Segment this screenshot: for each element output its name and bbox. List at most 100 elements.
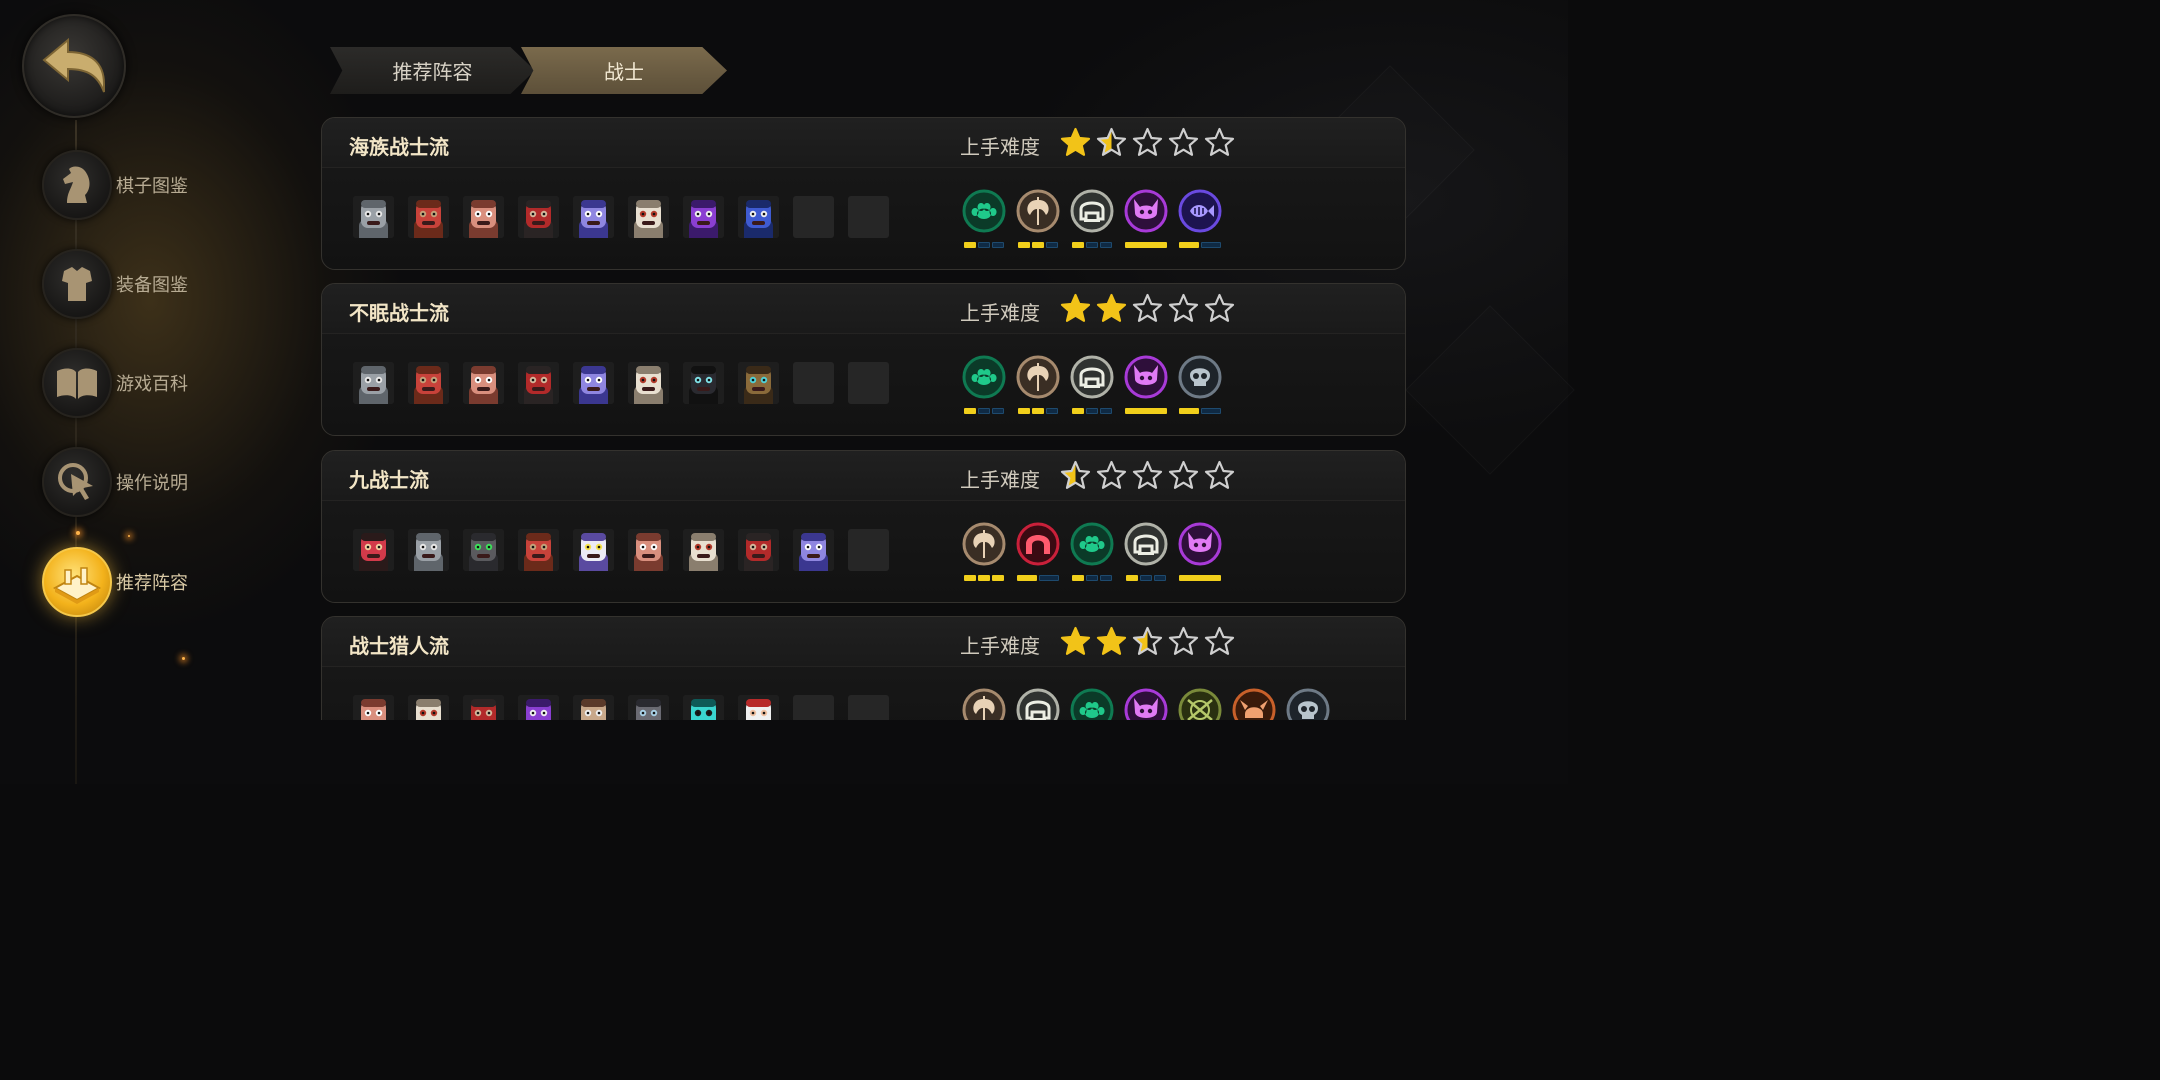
- trait-badge[interactable]: [962, 688, 1006, 720]
- pink-big-mouth-portrait[interactable]: [353, 695, 394, 720]
- cyan-robot-portrait[interactable]: [683, 695, 724, 720]
- crossbow-icon: [1178, 688, 1222, 720]
- white-pharaoh-portrait[interactable]: [573, 529, 614, 571]
- purple-tusk-brute-portrait[interactable]: [793, 529, 834, 571]
- grey-goggle-pilot-portrait[interactable]: [628, 695, 669, 720]
- trait-badge[interactable]: [1232, 688, 1276, 720]
- piece-row: [353, 362, 889, 404]
- trait-badge[interactable]: [1016, 688, 1060, 720]
- bronze-totem-portrait[interactable]: [738, 362, 779, 404]
- lineup-card[interactable]: 海族战士流 上手难度: [321, 117, 1406, 270]
- trait-progress: [1126, 575, 1166, 581]
- trait-badge[interactable]: [962, 189, 1006, 248]
- dark-hood-robot-portrait[interactable]: [683, 362, 724, 404]
- demon-icon: [1178, 522, 1222, 566]
- sidebar-item-label: 操作说明: [116, 473, 188, 494]
- lineup-card[interactable]: 九战士流 上手难度: [321, 450, 1406, 603]
- lineup-card[interactable]: 不眠战士流 上手难度: [321, 283, 1406, 436]
- trait-badge[interactable]: [1016, 522, 1060, 581]
- bone-skull-mask-portrait[interactable]: [683, 529, 724, 571]
- tab-recommended-lineups[interactable]: 推荐阵容: [330, 47, 535, 94]
- trait-progress: [1072, 575, 1112, 581]
- tab-label: 战士: [604, 60, 644, 84]
- masked-red-warrior-portrait[interactable]: [408, 362, 449, 404]
- fish-bone-icon: [1178, 189, 1222, 233]
- bone-skull-mask-portrait[interactable]: [408, 695, 449, 720]
- paw-icon: [1070, 522, 1114, 566]
- difficulty-rating: [1060, 127, 1235, 158]
- trait-progress: [964, 575, 1004, 581]
- trait-progress: [1179, 242, 1221, 248]
- bone-skull-mask-portrait[interactable]: [628, 196, 669, 238]
- green-eye-robot-portrait[interactable]: [463, 529, 504, 571]
- lineup-list[interactable]: 海族战士流 上手难度 不眠战士流 上手难度 九战士流 上手难度 战士猎人流 上手…: [321, 117, 1406, 720]
- sidebar-item-chessboard[interactable]: 推荐阵容: [42, 547, 242, 617]
- trait-badge[interactable]: [1124, 522, 1168, 581]
- sidebar-item-armor[interactable]: 装备图鉴: [42, 249, 242, 319]
- trait-badge[interactable]: [1286, 688, 1330, 720]
- trait-badge[interactable]: [1070, 688, 1114, 720]
- lineup-card[interactable]: 战士猎人流 上手难度: [321, 616, 1406, 720]
- trait-badge[interactable]: [1016, 355, 1060, 414]
- masked-red-warrior-portrait[interactable]: [408, 196, 449, 238]
- trait-badge[interactable]: [1124, 688, 1168, 720]
- horned-helmet-icon: [1232, 688, 1276, 720]
- blue-hair-vampire-portrait[interactable]: [738, 196, 779, 238]
- grey-robot-knight-portrait[interactable]: [353, 196, 394, 238]
- helmet-icon: [1124, 522, 1168, 566]
- trait-badge[interactable]: [1178, 688, 1222, 720]
- trait-badge[interactable]: [1070, 355, 1114, 414]
- trait-pip-inactive: [1046, 408, 1058, 414]
- pink-big-mouth-portrait[interactable]: [463, 196, 504, 238]
- bone-skull-mask-portrait[interactable]: [628, 362, 669, 404]
- trait-pip-active: [1179, 242, 1199, 248]
- trait-pip-inactive: [1100, 408, 1112, 414]
- trait-badge[interactable]: [1178, 189, 1222, 248]
- red-hat-bearded-portrait[interactable]: [738, 529, 779, 571]
- grey-robot-knight-portrait[interactable]: [353, 362, 394, 404]
- breadcrumb: 推荐阵容 战士: [330, 47, 727, 94]
- trait-row: [962, 189, 1222, 248]
- pink-big-mouth-portrait[interactable]: [628, 529, 669, 571]
- purple-hair-witch-portrait[interactable]: [683, 196, 724, 238]
- purple-tusk-brute-portrait[interactable]: [573, 362, 614, 404]
- trait-badge[interactable]: [1178, 355, 1222, 414]
- trait-pip-inactive: [1086, 575, 1098, 581]
- grey-robot-knight-portrait[interactable]: [408, 529, 449, 571]
- trait-pip-inactive: [1154, 575, 1166, 581]
- difficulty-label: 上手难度: [960, 634, 1040, 658]
- red-hat-bearded-portrait[interactable]: [518, 196, 559, 238]
- star-empty-icon: [1168, 127, 1199, 158]
- trait-pip-inactive: [1100, 242, 1112, 248]
- glasses-scholar-portrait[interactable]: [573, 695, 614, 720]
- star-empty-icon: [1168, 626, 1199, 657]
- tab-warrior[interactable]: 战士: [521, 47, 727, 94]
- back-button[interactable]: [22, 14, 126, 118]
- white-red-chef-portrait[interactable]: [738, 695, 779, 720]
- trait-badge[interactable]: [1178, 522, 1222, 581]
- demon-icon: [1124, 355, 1168, 399]
- trait-badge[interactable]: [962, 355, 1006, 414]
- trait-badge[interactable]: [1070, 189, 1114, 248]
- masked-red-warrior-portrait[interactable]: [518, 529, 559, 571]
- purple-hair-witch-portrait[interactable]: [518, 695, 559, 720]
- red-face-general-portrait[interactable]: [353, 529, 394, 571]
- helmet-icon: [1070, 355, 1114, 399]
- trait-badge[interactable]: [1070, 522, 1114, 581]
- trait-badge[interactable]: [1016, 189, 1060, 248]
- helmet-icon: [1070, 189, 1114, 233]
- trait-badge[interactable]: [1124, 189, 1168, 248]
- difficulty-rating: [1060, 460, 1235, 491]
- trait-badge[interactable]: [1124, 355, 1168, 414]
- purple-tusk-brute-portrait[interactable]: [573, 196, 614, 238]
- red-hat-bearded-portrait[interactable]: [518, 362, 559, 404]
- trait-badge[interactable]: [962, 522, 1006, 581]
- sidebar-item-book[interactable]: 游戏百科: [42, 348, 242, 418]
- sidebar-item-pointer[interactable]: 操作说明: [42, 447, 242, 517]
- pink-big-mouth-portrait[interactable]: [463, 362, 504, 404]
- trait-pip-active: [1018, 408, 1030, 414]
- trait-progress: [1018, 408, 1058, 414]
- sidebar-item-knight[interactable]: 棋子图鉴: [42, 150, 242, 220]
- trait-progress: [1125, 408, 1167, 414]
- red-hat-bearded-portrait[interactable]: [463, 695, 504, 720]
